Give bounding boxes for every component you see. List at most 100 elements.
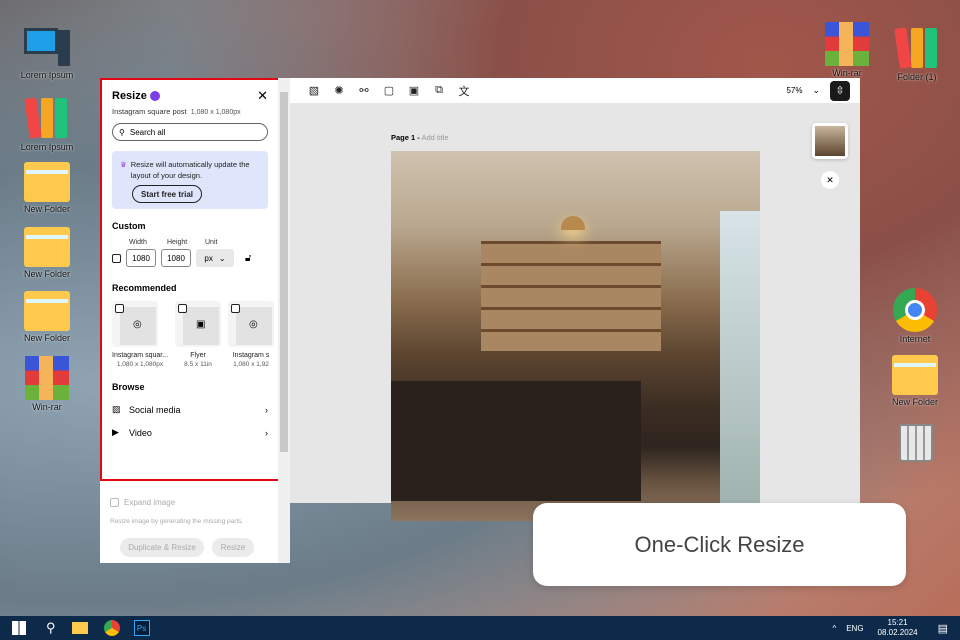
browse-video[interactable]: ▶ Video › bbox=[112, 427, 268, 438]
panel-scrollbar[interactable] bbox=[278, 78, 290, 563]
select-checkbox[interactable] bbox=[178, 304, 188, 313]
browse-heading: Browse bbox=[112, 382, 145, 392]
search-input[interactable]: ⚲ Search all bbox=[112, 123, 268, 141]
desktop-icon-folder[interactable]: New Folder bbox=[880, 355, 950, 407]
photoshop-icon[interactable]: Ps bbox=[133, 620, 150, 636]
shape-icon[interactable]: ▢ bbox=[377, 81, 401, 101]
language-indicator[interactable]: ENG bbox=[846, 624, 863, 633]
search-icon[interactable]: ⚲ bbox=[46, 620, 56, 636]
duplicate-resize-button[interactable]: Duplicate & Resize bbox=[120, 538, 204, 557]
premium-crown-icon bbox=[149, 91, 160, 101]
canvas-area: Page 1 - Add title ✕ bbox=[290, 103, 860, 521]
palette-icon[interactable]: ✺ bbox=[327, 81, 351, 101]
item-name: Instagram squar... bbox=[112, 352, 169, 359]
select-checkbox[interactable] bbox=[115, 304, 124, 313]
zoom-chevron-icon[interactable]: ⌄ bbox=[812, 85, 820, 96]
instagram-icon: ◎ bbox=[133, 319, 142, 330]
effects-icon[interactable]: ⚯ bbox=[352, 81, 376, 101]
chrome-taskbar-icon[interactable] bbox=[103, 620, 120, 636]
close-thumbnail-icon[interactable]: ✕ bbox=[821, 171, 839, 189]
folder-icon bbox=[892, 355, 938, 395]
desktop-icon-winrar[interactable]: Win-rar bbox=[812, 22, 882, 78]
translate-icon[interactable]: 文 bbox=[452, 81, 476, 101]
recommended-item[interactable]: ▣ Flyer 8.5 x 11in bbox=[175, 301, 222, 368]
recommended-item[interactable]: ◎ Instagram squar... 1,080 x 1,080px bbox=[112, 301, 168, 368]
resize-button[interactable]: Resize bbox=[212, 538, 254, 557]
cafe-photo[interactable] bbox=[391, 151, 760, 521]
clock-time[interactable]: 15:21 bbox=[878, 618, 918, 628]
desktop-icon-folder[interactable]: New Folder bbox=[12, 162, 82, 214]
desktop-icon-binders[interactable]: Folder (1) bbox=[882, 27, 952, 82]
browse-label: Social media bbox=[129, 404, 181, 415]
page-thumbnail[interactable] bbox=[812, 123, 848, 159]
panel-title: Resize bbox=[112, 90, 147, 102]
taskbar: ⚲ Ps ^ ENG 15:21 08.02.2024 ▤ bbox=[0, 616, 960, 640]
desktop-icon-computer[interactable]: Lorem Ipsum bbox=[12, 28, 82, 80]
editor-toolbar: ▧ ✺ ⚯ ▢ ▣ ⧉ 文 57% ⌄ ⇳ bbox=[290, 78, 860, 103]
file-explorer-icon[interactable] bbox=[71, 622, 88, 634]
page-label: Page 1 - bbox=[391, 133, 420, 142]
binders-icon bbox=[894, 27, 939, 70]
folder-icon bbox=[24, 227, 70, 267]
desktop-icon-binders[interactable]: Lorem Ipsum bbox=[12, 97, 82, 152]
recommended-item[interactable]: ◎ Instagram s 1,080 x 1,92 bbox=[228, 301, 275, 368]
folder-icon bbox=[24, 162, 70, 202]
width-label: Width bbox=[129, 239, 147, 246]
promo-text: Resize will automatically update the lay… bbox=[130, 160, 250, 180]
add-title-input[interactable]: Add title bbox=[421, 133, 448, 142]
crown-icon: ♛ bbox=[120, 160, 127, 169]
browse-label: Video bbox=[129, 427, 152, 438]
custom-heading: Custom bbox=[112, 221, 146, 231]
desktop-icon-winrar[interactable]: Win-rar bbox=[12, 356, 82, 412]
item-size: 1,080 x 1,080px bbox=[116, 361, 164, 368]
format-size: 1,080 x 1,080px bbox=[190, 109, 241, 116]
duplicate-icon[interactable]: ⧉ bbox=[427, 81, 451, 101]
frame-icon[interactable]: ▣ bbox=[402, 81, 426, 101]
folder-icon bbox=[24, 291, 70, 331]
item-name: Instagram s bbox=[232, 352, 270, 359]
expand-image-checkbox[interactable] bbox=[110, 498, 119, 507]
clock-date[interactable]: 08.02.2024 bbox=[878, 628, 918, 638]
width-input[interactable]: 1080 bbox=[126, 249, 156, 267]
expand-image-label: Expand image bbox=[124, 498, 176, 507]
browse-social-media[interactable]: ▨ Social media › bbox=[112, 404, 268, 415]
winrar-icon bbox=[25, 356, 69, 400]
callout-text: One-Click Resize bbox=[634, 531, 805, 557]
magic-icon[interactable]: ▧ bbox=[302, 81, 326, 101]
height-label: Height bbox=[167, 239, 188, 246]
start-free-trial-button[interactable]: Start free trial bbox=[132, 185, 203, 203]
item-size: 1,080 x 1,92 bbox=[233, 361, 269, 368]
winrar-icon bbox=[825, 22, 869, 66]
instagram-icon: ◎ bbox=[249, 319, 258, 330]
video-icon: ▶ bbox=[112, 427, 119, 437]
recycle-bin-icon[interactable] bbox=[899, 424, 933, 462]
search-placeholder: Search all bbox=[129, 127, 166, 137]
desktop-icon-folder[interactable]: New Folder bbox=[12, 291, 82, 343]
chevron-right-icon: › bbox=[265, 427, 268, 438]
unit-select[interactable]: px ⌄ bbox=[196, 249, 234, 267]
flyer-icon: ▣ bbox=[196, 319, 206, 330]
zoom-level[interactable]: 57% bbox=[786, 86, 802, 95]
chevron-down-icon: ⌄ bbox=[218, 253, 226, 263]
unlock-icon[interactable]: 🔓︎ bbox=[245, 253, 251, 264]
close-icon[interactable]: ✕ bbox=[257, 88, 268, 104]
lock-aspect-checkbox[interactable] bbox=[112, 253, 121, 263]
item-size: 8.5 x 11in bbox=[184, 361, 212, 368]
resize-highlight: Resize ✕ Instagram square post 1,080 x 1… bbox=[100, 78, 280, 481]
height-input[interactable]: 1080 bbox=[161, 249, 191, 267]
binders-icon bbox=[24, 97, 69, 140]
one-click-resize-callout: One-Click Resize bbox=[533, 503, 906, 586]
chrome-icon bbox=[893, 288, 937, 332]
resize-tool-icon[interactable]: ⇳ bbox=[830, 80, 850, 101]
item-name: Flyer bbox=[190, 352, 206, 359]
search-icon: ⚲ bbox=[119, 127, 125, 137]
tray-chevron-icon[interactable]: ^ bbox=[832, 624, 836, 633]
editor-window: Resize ✕ Instagram square post 1,080 x 1… bbox=[100, 78, 860, 563]
select-checkbox[interactable] bbox=[231, 304, 241, 313]
desktop-icon-folder[interactable]: New Folder bbox=[12, 227, 82, 279]
computer-icon bbox=[24, 28, 70, 68]
desktop-icon-internet[interactable]: Internet bbox=[880, 288, 950, 344]
notifications-icon[interactable]: ▤ bbox=[938, 622, 948, 635]
recommended-heading: Recommended bbox=[112, 283, 177, 293]
windows-start-icon[interactable] bbox=[12, 621, 26, 635]
